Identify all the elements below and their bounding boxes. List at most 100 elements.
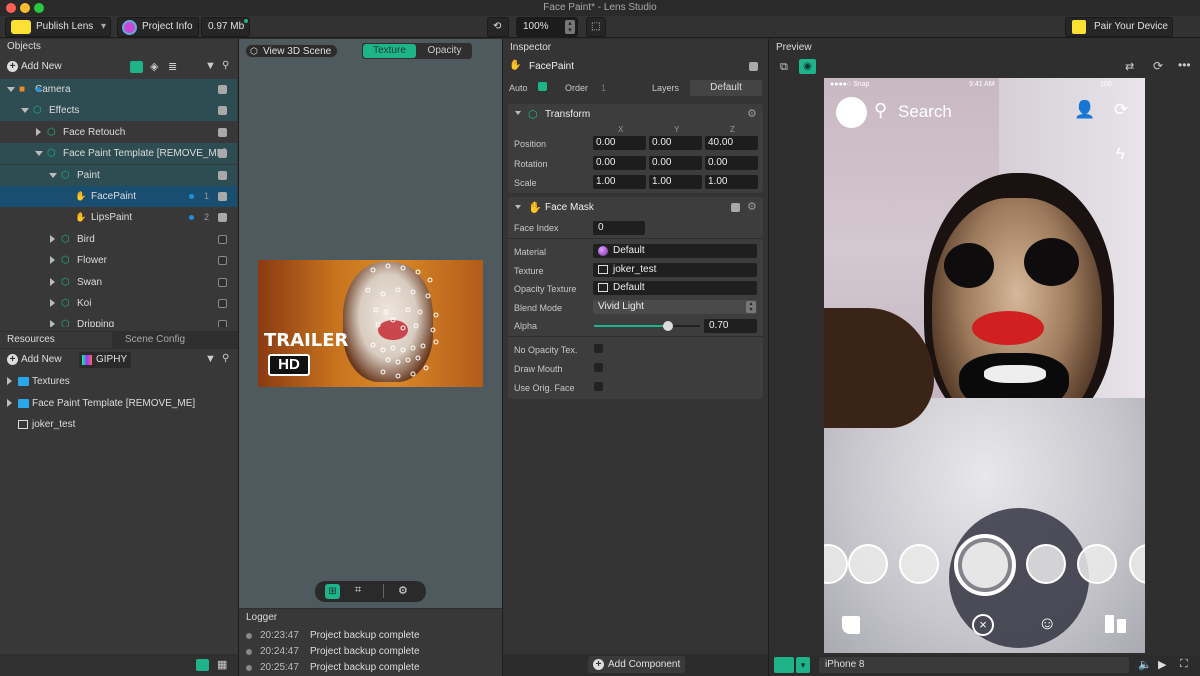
- lens-carousel-item[interactable]: [1026, 544, 1066, 584]
- object-tree-row[interactable]: ⬡ Bird: [0, 229, 237, 250]
- gizmo-icon[interactable]: ⚙: [398, 584, 408, 597]
- rotation-x-input[interactable]: 0.00: [593, 155, 646, 170]
- add-resource-button[interactable]: + Add New: [5, 352, 62, 368]
- flash-off-icon[interactable]: ϟ: [1116, 144, 1125, 164]
- refresh-icon[interactable]: ⟳: [1153, 59, 1163, 73]
- lens-carousel-item[interactable]: [1077, 544, 1117, 584]
- no-opacity-checkbox[interactable]: [594, 344, 603, 353]
- object-enabled-checkbox[interactable]: [218, 106, 227, 116]
- object-tree-row[interactable]: ✋ FacePaint 1: [0, 186, 237, 207]
- view-3d-scene-button[interactable]: ⬡ View 3D Scene: [245, 44, 339, 58]
- scale-y-input[interactable]: 1.00: [649, 175, 702, 189]
- lens-explorer-icon[interactable]: ☺: [1038, 613, 1056, 634]
- add-friend-icon[interactable]: 👤: [1074, 100, 1095, 120]
- scene-viewport[interactable]: ⬡ View 3D Scene Texture Opacity TRAILER …: [239, 39, 502, 608]
- add-object-button[interactable]: + Add New: [5, 59, 62, 75]
- gear-icon[interactable]: ⚙: [747, 200, 757, 213]
- stories-icon[interactable]: [1105, 615, 1114, 633]
- focus-icon[interactable]: ⌗: [355, 584, 361, 597]
- face-index-input[interactable]: 0: [593, 221, 645, 235]
- object-tree-row[interactable]: ⬡ Flower: [0, 250, 237, 271]
- filter-icon[interactable]: ▼: [205, 60, 216, 72]
- collapse-arrow-icon[interactable]: [49, 172, 57, 178]
- use-orig-face-checkbox[interactable]: [594, 382, 603, 391]
- material-field[interactable]: Default: [593, 244, 757, 258]
- maximize-window-button[interactable]: [34, 3, 44, 13]
- zoom-select[interactable]: 100% ▴ ▾: [516, 17, 578, 37]
- swap-camera-icon[interactable]: ⇄: [1125, 60, 1134, 73]
- compare-icon[interactable]: ⧉: [780, 61, 788, 74]
- fullscreen-icon[interactable]: ⛶: [1180, 658, 1188, 671]
- object-tree-row[interactable]: ⬡ Swan: [0, 272, 237, 293]
- flip-camera-icon[interactable]: ⟳: [1114, 100, 1128, 120]
- rotation-y-input[interactable]: 0.00: [649, 155, 702, 170]
- scale-x-input[interactable]: 1.00: [593, 175, 646, 189]
- search-icon[interactable]: ⚲: [222, 60, 229, 71]
- expand-arrow-icon[interactable]: [50, 320, 55, 328]
- expand-arrow-icon[interactable]: [50, 234, 55, 243]
- filter-icon[interactable]: ▼: [205, 353, 216, 365]
- gear-icon[interactable]: ⚙: [747, 107, 757, 120]
- tab-texture[interactable]: Texture: [363, 44, 416, 58]
- object-tree-row[interactable]: ⬡ Dripping: [0, 314, 237, 328]
- object-enabled-checkbox[interactable]: [218, 299, 227, 308]
- resource-row[interactable]: joker_test: [0, 414, 237, 435]
- minimize-window-button[interactable]: [20, 3, 30, 13]
- publish-lens-button[interactable]: Publish Lens ▾: [5, 17, 111, 37]
- order-value[interactable]: 1: [601, 83, 606, 93]
- add-component-button[interactable]: + Add Component: [588, 656, 685, 673]
- tab-opacity[interactable]: Opacity: [418, 44, 471, 58]
- video-icon[interactable]: ▶: [1158, 658, 1166, 671]
- tab-resources[interactable]: Resources: [0, 332, 112, 348]
- snap-search-label[interactable]: Search: [898, 102, 952, 122]
- expand-arrow-icon[interactable]: [7, 377, 12, 385]
- collapse-arrow-icon[interactable]: [515, 205, 521, 209]
- auto-checkbox[interactable]: [538, 82, 547, 91]
- lens-carousel-item[interactable]: [899, 544, 939, 584]
- giphy-button[interactable]: GIPHY: [79, 352, 131, 368]
- object-tree-row[interactable]: ■ Camera: [0, 79, 237, 100]
- profile-avatar[interactable]: [836, 97, 867, 128]
- object-enabled-checkbox[interactable]: [218, 213, 227, 223]
- object-enabled-checkbox[interactable]: [218, 234, 227, 244]
- capture-button[interactable]: [954, 534, 1016, 596]
- object-enabled-checkbox[interactable]: [218, 149, 227, 159]
- object-enabled-checkbox[interactable]: [218, 170, 227, 180]
- list-view-icon[interactable]: [196, 659, 209, 671]
- more-icon[interactable]: •••: [1178, 58, 1191, 72]
- pair-device-button[interactable]: Pair Your Device: [1065, 17, 1173, 37]
- resource-row[interactable]: Face Paint Template [REMOVE_ME]: [0, 393, 237, 414]
- object-enabled-checkbox[interactable]: [218, 192, 227, 201]
- face-mask-enabled-checkbox[interactable]: [731, 203, 740, 212]
- alpha-slider-track[interactable]: [594, 321, 700, 331]
- expand-arrow-icon[interactable]: [50, 277, 55, 286]
- alpha-input[interactable]: 0.70: [704, 319, 757, 333]
- chevron-down-icon[interactable]: ▾: [796, 657, 810, 673]
- search-icon[interactable]: ⚲: [222, 353, 229, 364]
- expand-arrow-icon[interactable]: [7, 398, 12, 407]
- object-enabled-checkbox[interactable]: [218, 127, 227, 137]
- collapse-arrow-icon[interactable]: [21, 108, 29, 114]
- adjust-icon[interactable]: ⊞: [325, 584, 340, 599]
- object-tree-row[interactable]: ⬡ Face Retouch: [0, 122, 237, 143]
- object-enabled-checkbox[interactable]: [218, 256, 227, 266]
- rotation-z-input[interactable]: 0.00: [705, 155, 758, 170]
- draw-mouth-checkbox[interactable]: [594, 363, 603, 372]
- object-enabled-checkbox[interactable]: [749, 62, 758, 71]
- grid-view-icon[interactable]: ▦: [217, 658, 227, 671]
- object-tree-row[interactable]: ⬡ Effects: [0, 100, 237, 122]
- close-window-button[interactable]: [6, 3, 16, 13]
- project-info-button[interactable]: Project Info: [117, 17, 199, 37]
- discover-icon[interactable]: [1117, 619, 1126, 633]
- object-tree-row[interactable]: ✋ LipsPaint 2: [0, 207, 237, 228]
- lens-carousel-item[interactable]: [848, 544, 888, 584]
- expand-arrow-icon[interactable]: [50, 299, 55, 307]
- position-z-input[interactable]: 40.00: [705, 136, 758, 150]
- object-tree-row[interactable]: ⬡ Paint: [0, 164, 237, 186]
- collapse-arrow-icon[interactable]: [35, 151, 43, 157]
- reset-view-button[interactable]: ⟲: [487, 17, 509, 37]
- layers-icon[interactable]: ◈: [150, 60, 158, 73]
- chat-icon[interactable]: [842, 616, 860, 634]
- position-x-input[interactable]: 0.00: [593, 136, 646, 150]
- layers-select[interactable]: Default: [690, 80, 762, 96]
